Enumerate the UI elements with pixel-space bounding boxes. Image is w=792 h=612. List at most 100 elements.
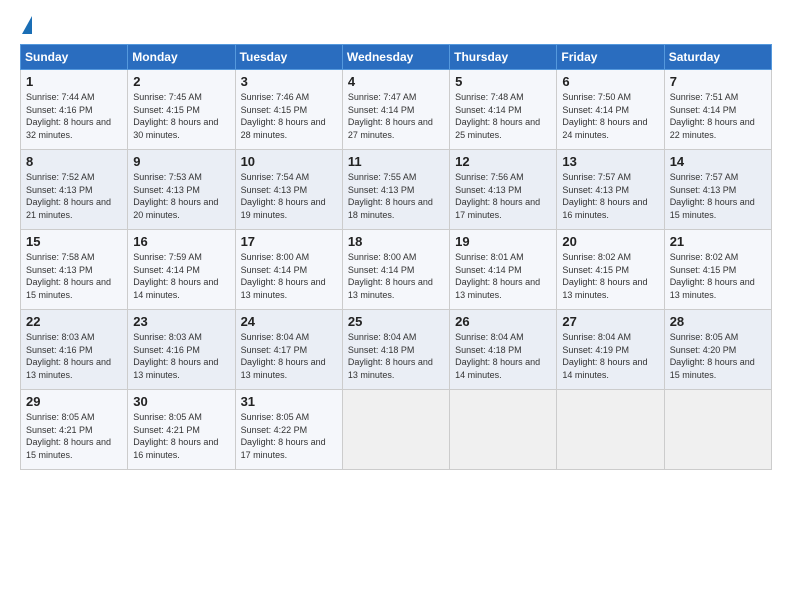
calendar-week-row: 1 Sunrise: 7:44 AM Sunset: 4:16 PM Dayli…: [21, 70, 772, 150]
weekday-header-cell: Saturday: [664, 45, 771, 70]
day-number: 9: [133, 154, 229, 169]
calendar-cell: 22 Sunrise: 8:03 AM Sunset: 4:16 PM Dayl…: [21, 310, 128, 390]
calendar-cell: [342, 390, 449, 470]
logo: [20, 16, 32, 34]
day-number: 15: [26, 234, 122, 249]
day-number: 23: [133, 314, 229, 329]
cell-content: Sunrise: 8:00 AM Sunset: 4:14 PM Dayligh…: [348, 251, 444, 301]
day-number: 30: [133, 394, 229, 409]
calendar-cell: 19 Sunrise: 8:01 AM Sunset: 4:14 PM Dayl…: [450, 230, 557, 310]
cell-content: Sunrise: 7:52 AM Sunset: 4:13 PM Dayligh…: [26, 171, 122, 221]
day-number: 31: [241, 394, 337, 409]
day-number: 13: [562, 154, 658, 169]
weekday-header-cell: Wednesday: [342, 45, 449, 70]
cell-content: Sunrise: 8:05 AM Sunset: 4:21 PM Dayligh…: [26, 411, 122, 461]
calendar-cell: 3 Sunrise: 7:46 AM Sunset: 4:15 PM Dayli…: [235, 70, 342, 150]
cell-content: Sunrise: 7:58 AM Sunset: 4:13 PM Dayligh…: [26, 251, 122, 301]
day-number: 2: [133, 74, 229, 89]
calendar-week-row: 15 Sunrise: 7:58 AM Sunset: 4:13 PM Dayl…: [21, 230, 772, 310]
calendar-cell: [557, 390, 664, 470]
cell-content: Sunrise: 7:48 AM Sunset: 4:14 PM Dayligh…: [455, 91, 551, 141]
calendar-cell: 27 Sunrise: 8:04 AM Sunset: 4:19 PM Dayl…: [557, 310, 664, 390]
cell-content: Sunrise: 8:02 AM Sunset: 4:15 PM Dayligh…: [670, 251, 766, 301]
day-number: 19: [455, 234, 551, 249]
day-number: 20: [562, 234, 658, 249]
cell-content: Sunrise: 7:45 AM Sunset: 4:15 PM Dayligh…: [133, 91, 229, 141]
day-number: 12: [455, 154, 551, 169]
day-number: 3: [241, 74, 337, 89]
cell-content: Sunrise: 8:05 AM Sunset: 4:20 PM Dayligh…: [670, 331, 766, 381]
calendar-cell: 21 Sunrise: 8:02 AM Sunset: 4:15 PM Dayl…: [664, 230, 771, 310]
cell-content: Sunrise: 8:03 AM Sunset: 4:16 PM Dayligh…: [26, 331, 122, 381]
cell-content: Sunrise: 7:55 AM Sunset: 4:13 PM Dayligh…: [348, 171, 444, 221]
calendar-cell: 10 Sunrise: 7:54 AM Sunset: 4:13 PM Dayl…: [235, 150, 342, 230]
day-number: 11: [348, 154, 444, 169]
cell-content: Sunrise: 7:54 AM Sunset: 4:13 PM Dayligh…: [241, 171, 337, 221]
day-number: 27: [562, 314, 658, 329]
calendar-cell: 6 Sunrise: 7:50 AM Sunset: 4:14 PM Dayli…: [557, 70, 664, 150]
calendar-week-row: 8 Sunrise: 7:52 AM Sunset: 4:13 PM Dayli…: [21, 150, 772, 230]
calendar-cell: 31 Sunrise: 8:05 AM Sunset: 4:22 PM Dayl…: [235, 390, 342, 470]
cell-content: Sunrise: 8:04 AM Sunset: 4:17 PM Dayligh…: [241, 331, 337, 381]
cell-content: Sunrise: 8:01 AM Sunset: 4:14 PM Dayligh…: [455, 251, 551, 301]
calendar-cell: 16 Sunrise: 7:59 AM Sunset: 4:14 PM Dayl…: [128, 230, 235, 310]
cell-content: Sunrise: 8:05 AM Sunset: 4:21 PM Dayligh…: [133, 411, 229, 461]
calendar-cell: 15 Sunrise: 7:58 AM Sunset: 4:13 PM Dayl…: [21, 230, 128, 310]
calendar-cell: 24 Sunrise: 8:04 AM Sunset: 4:17 PM Dayl…: [235, 310, 342, 390]
weekday-header-cell: Tuesday: [235, 45, 342, 70]
calendar-cell: 28 Sunrise: 8:05 AM Sunset: 4:20 PM Dayl…: [664, 310, 771, 390]
day-number: 29: [26, 394, 122, 409]
calendar-cell: 9 Sunrise: 7:53 AM Sunset: 4:13 PM Dayli…: [128, 150, 235, 230]
day-number: 8: [26, 154, 122, 169]
calendar-cell: 23 Sunrise: 8:03 AM Sunset: 4:16 PM Dayl…: [128, 310, 235, 390]
calendar-cell: 4 Sunrise: 7:47 AM Sunset: 4:14 PM Dayli…: [342, 70, 449, 150]
weekday-header-cell: Monday: [128, 45, 235, 70]
cell-content: Sunrise: 7:53 AM Sunset: 4:13 PM Dayligh…: [133, 171, 229, 221]
cell-content: Sunrise: 8:05 AM Sunset: 4:22 PM Dayligh…: [241, 411, 337, 461]
calendar-cell: 8 Sunrise: 7:52 AM Sunset: 4:13 PM Dayli…: [21, 150, 128, 230]
day-number: 4: [348, 74, 444, 89]
page: SundayMondayTuesdayWednesdayThursdayFrid…: [0, 0, 792, 612]
cell-content: Sunrise: 8:04 AM Sunset: 4:18 PM Dayligh…: [455, 331, 551, 381]
day-number: 5: [455, 74, 551, 89]
cell-content: Sunrise: 7:59 AM Sunset: 4:14 PM Dayligh…: [133, 251, 229, 301]
cell-content: Sunrise: 8:02 AM Sunset: 4:15 PM Dayligh…: [562, 251, 658, 301]
cell-content: Sunrise: 7:51 AM Sunset: 4:14 PM Dayligh…: [670, 91, 766, 141]
day-number: 24: [241, 314, 337, 329]
day-number: 16: [133, 234, 229, 249]
day-number: 6: [562, 74, 658, 89]
calendar-week-row: 29 Sunrise: 8:05 AM Sunset: 4:21 PM Dayl…: [21, 390, 772, 470]
day-number: 1: [26, 74, 122, 89]
calendar-cell: 20 Sunrise: 8:02 AM Sunset: 4:15 PM Dayl…: [557, 230, 664, 310]
weekday-header-cell: Sunday: [21, 45, 128, 70]
calendar-cell: 17 Sunrise: 8:00 AM Sunset: 4:14 PM Dayl…: [235, 230, 342, 310]
day-number: 22: [26, 314, 122, 329]
cell-content: Sunrise: 8:04 AM Sunset: 4:18 PM Dayligh…: [348, 331, 444, 381]
calendar-cell: [664, 390, 771, 470]
calendar-cell: 7 Sunrise: 7:51 AM Sunset: 4:14 PM Dayli…: [664, 70, 771, 150]
weekday-header-cell: Friday: [557, 45, 664, 70]
calendar-cell: 12 Sunrise: 7:56 AM Sunset: 4:13 PM Dayl…: [450, 150, 557, 230]
cell-content: Sunrise: 8:00 AM Sunset: 4:14 PM Dayligh…: [241, 251, 337, 301]
calendar-cell: 5 Sunrise: 7:48 AM Sunset: 4:14 PM Dayli…: [450, 70, 557, 150]
cell-content: Sunrise: 7:57 AM Sunset: 4:13 PM Dayligh…: [670, 171, 766, 221]
header: [20, 16, 772, 34]
calendar-cell: 14 Sunrise: 7:57 AM Sunset: 4:13 PM Dayl…: [664, 150, 771, 230]
calendar-cell: [450, 390, 557, 470]
day-number: 21: [670, 234, 766, 249]
calendar-cell: 13 Sunrise: 7:57 AM Sunset: 4:13 PM Dayl…: [557, 150, 664, 230]
calendar-cell: 30 Sunrise: 8:05 AM Sunset: 4:21 PM Dayl…: [128, 390, 235, 470]
day-number: 10: [241, 154, 337, 169]
cell-content: Sunrise: 7:47 AM Sunset: 4:14 PM Dayligh…: [348, 91, 444, 141]
cell-content: Sunrise: 7:50 AM Sunset: 4:14 PM Dayligh…: [562, 91, 658, 141]
day-number: 7: [670, 74, 766, 89]
weekday-header-row: SundayMondayTuesdayWednesdayThursdayFrid…: [21, 45, 772, 70]
calendar-week-row: 22 Sunrise: 8:03 AM Sunset: 4:16 PM Dayl…: [21, 310, 772, 390]
calendar-cell: 18 Sunrise: 8:00 AM Sunset: 4:14 PM Dayl…: [342, 230, 449, 310]
calendar-cell: 1 Sunrise: 7:44 AM Sunset: 4:16 PM Dayli…: [21, 70, 128, 150]
calendar-cell: 11 Sunrise: 7:55 AM Sunset: 4:13 PM Dayl…: [342, 150, 449, 230]
logo-triangle-icon: [22, 16, 32, 34]
cell-content: Sunrise: 8:04 AM Sunset: 4:19 PM Dayligh…: [562, 331, 658, 381]
day-number: 17: [241, 234, 337, 249]
calendar-cell: 2 Sunrise: 7:45 AM Sunset: 4:15 PM Dayli…: [128, 70, 235, 150]
